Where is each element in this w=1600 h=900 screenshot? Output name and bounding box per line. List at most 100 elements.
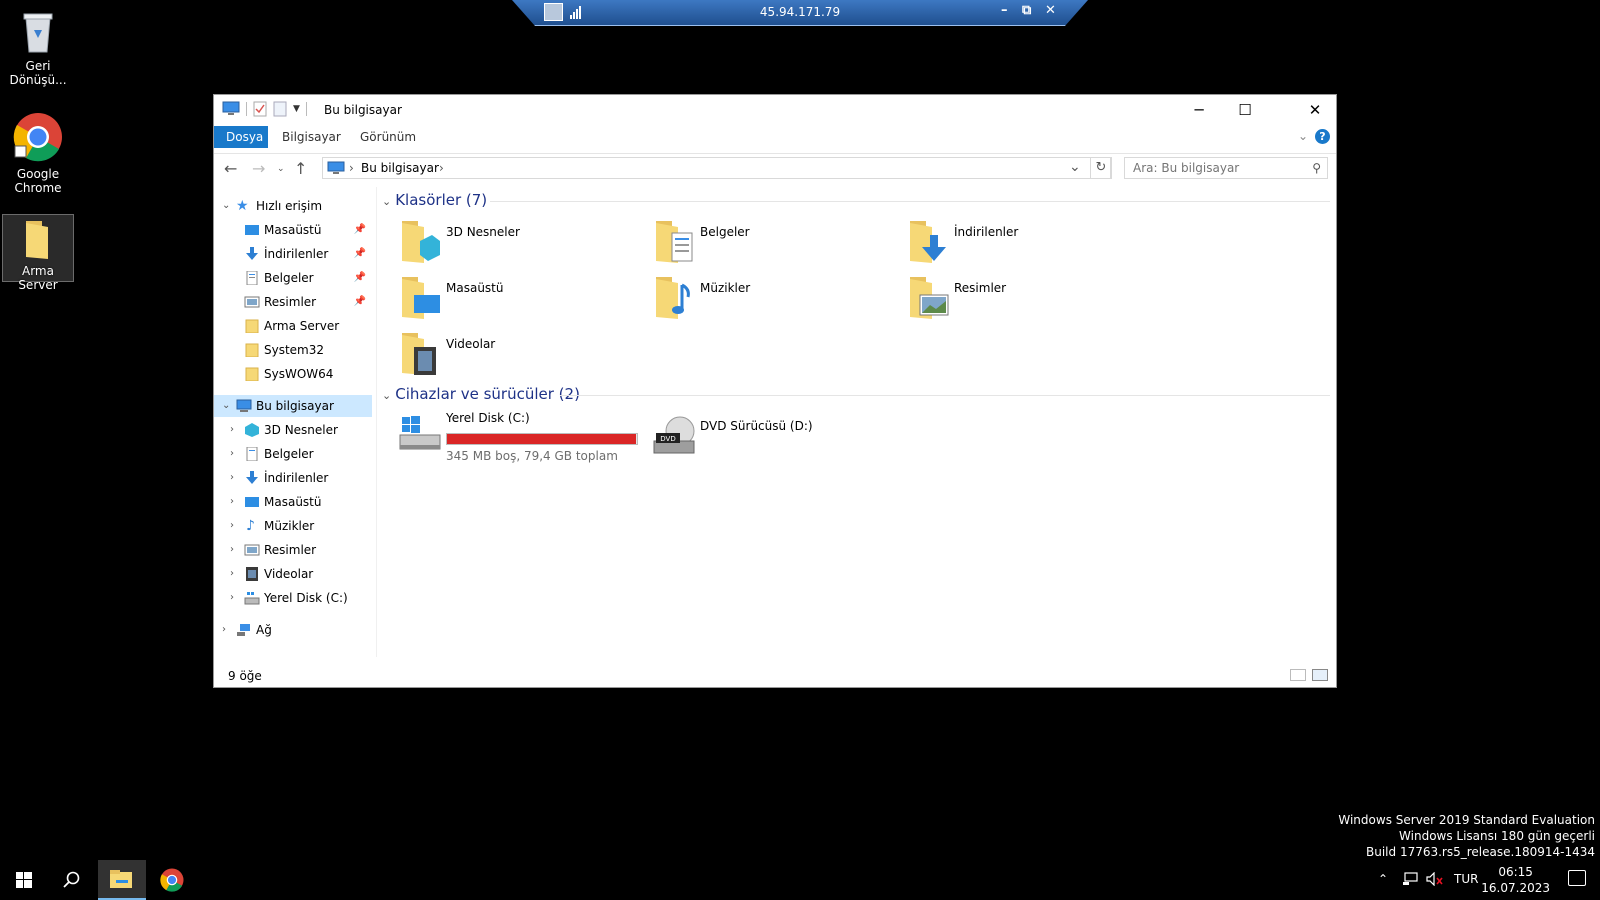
nav-quick-syswow64[interactable]: SysWOW64 <box>214 363 372 385</box>
chevron-down-icon[interactable]: ⌄ <box>382 195 391 208</box>
folders-group-header[interactable]: ⌄ Klasörler (7) <box>382 191 487 209</box>
volume-muted-icon[interactable] <box>1426 872 1444 886</box>
pin-icon[interactable]: 📌 <box>354 291 366 313</box>
pin-icon[interactable]: 📌 <box>354 219 366 241</box>
show-hidden-icons-icon[interactable]: ⌃ <box>1378 872 1388 886</box>
folder-belgeler[interactable]: Belgeler <box>648 219 888 269</box>
breadcrumb[interactable]: Bu bilgisayar <box>361 161 439 175</box>
drive-usage-fill <box>447 434 637 444</box>
folder-3d-nesneler[interactable]: 3D Nesneler <box>394 219 634 269</box>
devices-group-header[interactable]: ⌄ Cihazlar ve sürücüler (2) <box>382 385 580 403</box>
address-bar[interactable]: › Bu bilgisayar › ⌄ <box>322 157 1111 179</box>
pin-icon[interactable]: 📌 <box>354 267 366 289</box>
nav-this-pc[interactable]: ⌄ Bu bilgisayar <box>214 395 372 417</box>
chevron-right-icon[interactable]: › <box>230 587 234 609</box>
chevron-down-icon[interactable]: ⌄ <box>222 395 230 417</box>
nav-quick-resimler[interactable]: Resimler 📌 <box>214 291 372 313</box>
watermark-line: Windows Server 2019 Standard Evaluation <box>1338 813 1595 827</box>
chevron-down-icon[interactable]: ⌄ <box>382 389 391 402</box>
nav-quick-system32[interactable]: System32 <box>214 339 372 361</box>
network-status-icon[interactable] <box>1402 872 1420 886</box>
pin-icon[interactable]: 📌 <box>354 243 366 265</box>
breadcrumb-separator-icon[interactable]: › <box>439 161 444 175</box>
nav-pc-resimler[interactable]: › Resimler <box>214 539 372 561</box>
search-button[interactable] <box>48 860 96 900</box>
watermark-line: Windows Lisansı 180 gün geçerli <box>1399 829 1595 843</box>
separator <box>246 102 247 116</box>
desktop-folder-icon <box>245 225 259 235</box>
nav-quick-masaustu[interactable]: Masaüstü 📌 <box>214 219 372 241</box>
properties-icon[interactable] <box>253 101 267 117</box>
chevron-right-icon[interactable]: › <box>230 539 234 561</box>
back-button[interactable]: ← <box>224 159 237 178</box>
taskbar-file-explorer[interactable] <box>98 860 146 900</box>
nav-pc-indirilenler[interactable]: › İndirilenler <box>214 467 372 489</box>
title-bar[interactable]: ▼ Bu bilgisayar ─ ☐ ✕ <box>214 95 1336 125</box>
maximize-button[interactable]: ☐ <box>1222 95 1268 125</box>
item-count: 9 öğe <box>228 669 262 683</box>
folder-name: Resimler <box>954 281 1007 295</box>
chevron-right-icon[interactable]: › <box>230 419 234 441</box>
rdp-close-icon[interactable]: ✕ <box>1045 3 1056 18</box>
nav-network[interactable]: › Ağ <box>214 619 372 641</box>
chevron-right-icon[interactable]: › <box>230 563 234 585</box>
input-language[interactable]: TUR <box>1454 872 1478 886</box>
nav-quick-belgeler[interactable]: Belgeler 📌 <box>214 267 372 289</box>
taskbar-chrome[interactable] <box>148 860 196 900</box>
close-button[interactable]: ✕ <box>1292 95 1338 125</box>
new-folder-icon[interactable] <box>273 101 287 117</box>
large-icons-view-icon[interactable] <box>1312 669 1328 681</box>
desktop-icon-google-chrome[interactable]: Google Chrome <box>2 108 74 195</box>
pane-divider[interactable] <box>376 187 377 657</box>
address-dropdown-icon[interactable]: ⌄ <box>1069 159 1081 175</box>
nav-pc-yerel-disk[interactable]: › Yerel Disk (C:) <box>214 587 372 609</box>
nav-pc-masaustu[interactable]: › Masaüstü <box>214 491 372 513</box>
forward-button[interactable]: → <box>252 159 265 178</box>
help-button[interactable]: ? <box>1315 129 1330 144</box>
drive-local-c[interactable]: Yerel Disk (C:) 345 MB boş, 79,4 GB topl… <box>394 411 646 463</box>
drive-dvd-d[interactable]: DVD DVD Sürücüsü (D:) <box>648 411 888 461</box>
nav-quick-indirilenler[interactable]: İndirilenler 📌 <box>214 243 372 265</box>
chevron-right-icon[interactable]: › <box>230 467 234 489</box>
taskbar-clock[interactable]: 06:15 16.07.2023 <box>1481 864 1550 896</box>
search-box[interactable]: ⚲ <box>1124 157 1328 179</box>
start-button[interactable] <box>0 860 48 900</box>
folders-header-label: Klasörler (7) <box>395 191 488 209</box>
chevron-right-icon[interactable]: › <box>230 491 234 513</box>
chevron-right-icon[interactable]: › <box>230 443 234 465</box>
group-divider <box>560 395 1330 396</box>
folder-name: İndirilenler <box>954 225 1019 239</box>
tab-gorunum[interactable]: Görünüm <box>348 126 428 148</box>
tab-dosya[interactable]: Dosya <box>214 126 268 148</box>
breadcrumb-separator-icon[interactable]: › <box>349 161 354 175</box>
search-icon[interactable]: ⚲ <box>1312 161 1321 175</box>
nav-pc-videolar[interactable]: › Videolar <box>214 563 372 585</box>
folder-masaustu[interactable]: Masaüstü <box>394 275 634 325</box>
nav-quick-arma-server[interactable]: Arma Server <box>214 315 372 337</box>
folder-indirilenler[interactable]: İndirilenler <box>902 219 1142 269</box>
up-button[interactable]: ↑ <box>294 159 307 178</box>
details-view-icon[interactable] <box>1290 669 1306 681</box>
chevron-right-icon[interactable]: › <box>222 619 226 641</box>
folder-resimler[interactable]: Resimler <box>902 275 1142 325</box>
minimize-button[interactable]: ─ <box>1176 95 1222 125</box>
nav-pc-belgeler[interactable]: › Belgeler <box>214 443 372 465</box>
tab-bilgisayar[interactable]: Bilgisayar <box>270 126 353 148</box>
search-input[interactable] <box>1125 158 1305 178</box>
rdp-minimize-icon[interactable]: – <box>1001 3 1008 18</box>
action-center-icon[interactable] <box>1568 870 1586 886</box>
folder-videolar[interactable]: Videolar <box>394 331 634 381</box>
nav-pc-3d-nesneler[interactable]: › 3D Nesneler <box>214 419 372 441</box>
desktop-icon-arma-server[interactable]: Arma Server <box>2 214 74 292</box>
folder-muzikler[interactable]: Müzikler <box>648 275 888 325</box>
nav-pc-muzikler[interactable]: › ♪ Müzikler <box>214 515 372 537</box>
refresh-button[interactable]: ↻ <box>1090 157 1112 179</box>
expand-ribbon-icon[interactable]: ⌄ <box>1298 129 1308 143</box>
chevron-down-icon[interactable]: ▼ <box>293 104 300 114</box>
chevron-down-icon[interactable]: ⌄ <box>222 195 230 217</box>
rdp-restore-icon[interactable]: ⧉ <box>1022 3 1031 18</box>
chevron-right-icon[interactable]: › <box>230 515 234 537</box>
nav-quick-access[interactable]: ⌄ ★ Hızlı erişim <box>214 195 372 217</box>
desktop-icon-recycle-bin[interactable]: Geri Dönüşü... <box>2 6 74 90</box>
recent-locations-button[interactable]: ⌄ <box>277 164 285 174</box>
